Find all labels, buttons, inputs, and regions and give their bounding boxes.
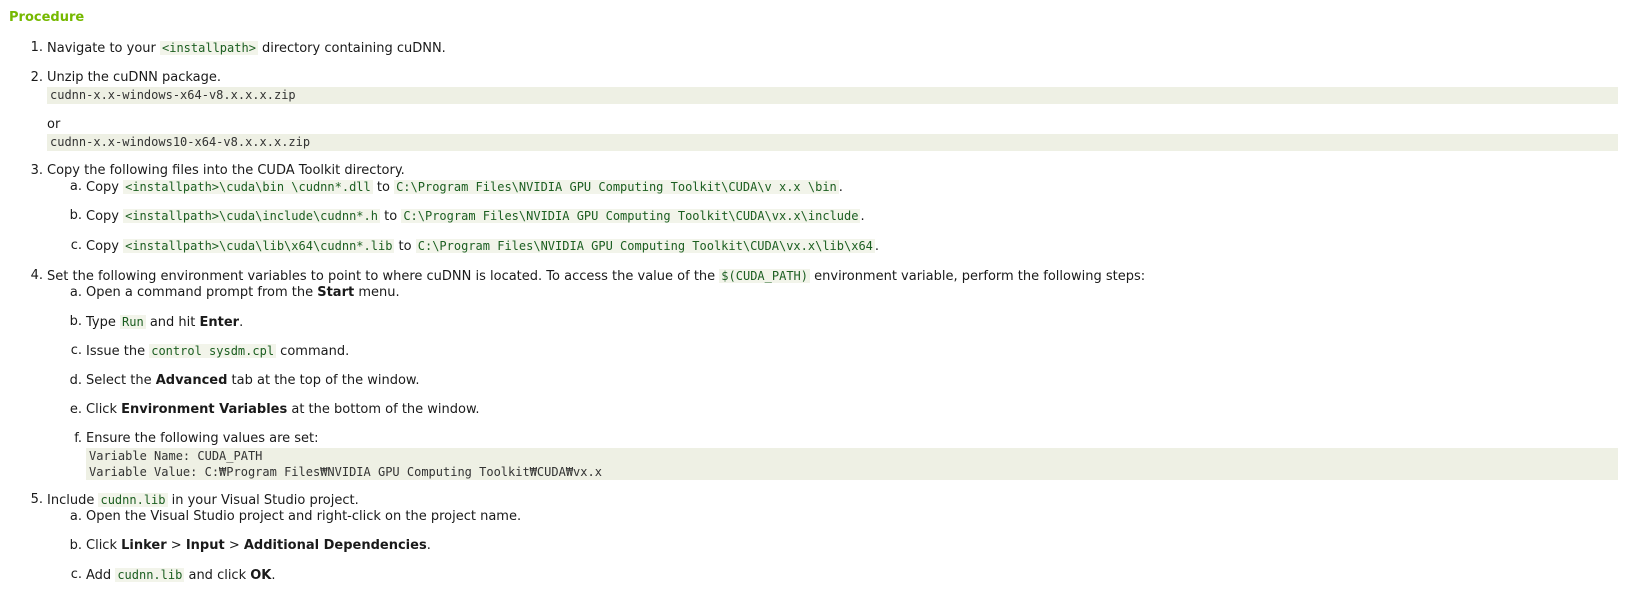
- inline-code: Run: [120, 315, 146, 329]
- substep-number: b.: [69, 538, 82, 553]
- code-block: cudnn-x.x-windows-x64-v8.x.x.x.zip: [47, 87, 1618, 104]
- substep-number: e.: [69, 402, 82, 417]
- inline-code: <installpath>\cuda\lib\x64\cudnn*.lib: [123, 239, 395, 253]
- inline-code: cudnn.lib: [98, 493, 168, 507]
- substep-4b: Type Run and hit Enter.: [86, 315, 244, 330]
- substep-5a: Open the Visual Studio project and right…: [86, 509, 522, 524]
- step-4: Set the following environment variables …: [47, 269, 1146, 284]
- substep-4d: Select the Advanced tab at the top of th…: [86, 373, 420, 388]
- substep-number: d.: [69, 373, 82, 388]
- inline-code: C:\Program Files\NVIDIA GPU Computing To…: [401, 209, 861, 223]
- env-var-code-block: Variable Name: CUDA_PATH Variable Value: …: [86, 448, 1618, 480]
- substep-number: c.: [70, 343, 82, 358]
- substep-5c: Add cudnn.lib and click OK.: [86, 568, 276, 583]
- inline-code: <installpath>\cuda\bin \cudnn*.dll: [123, 180, 373, 194]
- substep-number: b.: [69, 314, 82, 329]
- substep-3c: Copy <installpath>\cuda\lib\x64\cudnn*.l…: [86, 239, 880, 254]
- env-var-name-line: Variable Name: CUDA_PATH: [89, 449, 263, 463]
- code-block: cudnn-x.x-windows10-x64-v8.x.x.x.zip: [47, 134, 1618, 151]
- substep-number: f.: [74, 431, 82, 446]
- substep-number: b.: [69, 208, 82, 223]
- step-1: Navigate to your <installpath> directory…: [47, 41, 446, 56]
- inline-code: <installpath>: [160, 41, 258, 55]
- inline-code: $(CUDA_PATH): [719, 269, 810, 283]
- substep-number: c.: [70, 238, 82, 253]
- substep-number: a.: [69, 509, 82, 524]
- substep-4c: Issue the control sysdm.cpl command.: [86, 344, 350, 359]
- substep-number: c.: [70, 567, 82, 582]
- substep-4f: Ensure the following values are set:: [86, 431, 319, 446]
- page-title: Procedure: [9, 10, 85, 25]
- env-var-value-line: Variable Value: C:₩Program Files₩NVIDIA …: [89, 465, 602, 479]
- inline-code: control sysdm.cpl: [149, 344, 277, 358]
- step-5: Include cudnn.lib in your Visual Studio …: [47, 493, 359, 508]
- substep-4a: Open a command prompt from the Start men…: [86, 285, 400, 300]
- substep-3a: Copy <installpath>\cuda\bin \cudnn*.dll …: [86, 180, 843, 195]
- step-number: 5.: [30, 492, 43, 507]
- step-number: 4.: [30, 268, 43, 283]
- step-number: 1.: [30, 40, 43, 55]
- substep-4e: Click Environment Variables at the botto…: [86, 402, 480, 417]
- step-number: 3.: [30, 163, 43, 178]
- inline-code: C:\Program Files\NVIDIA GPU Computing To…: [415, 239, 875, 253]
- substep-3b: Copy <installpath>\cuda\include\cudnn*.h…: [86, 209, 865, 224]
- inline-code: C:\Program Files\NVIDIA GPU Computing To…: [394, 180, 839, 194]
- inline-code: <installpath>\cuda\include\cudnn*.h: [123, 209, 380, 223]
- substep-number: a.: [69, 179, 82, 194]
- step-number: 2.: [30, 70, 43, 85]
- inline-code: cudnn.lib: [115, 568, 185, 582]
- substep-5b: Click Linker > Input > Additional Depend…: [86, 538, 431, 553]
- step-2: Unzip the cuDNN package.: [47, 70, 222, 85]
- substep-number: a.: [69, 285, 82, 300]
- or-label: or: [47, 117, 61, 132]
